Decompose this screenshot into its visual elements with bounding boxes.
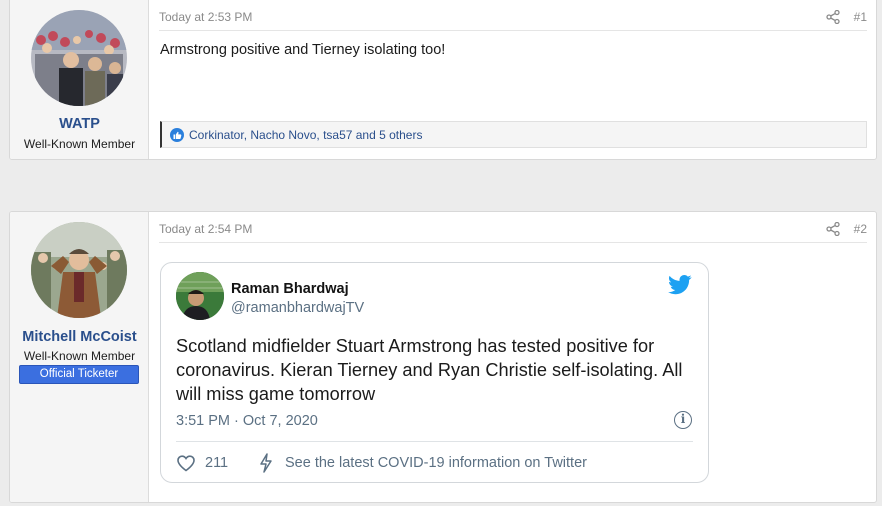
user-banner: Official Ticketer <box>19 365 139 384</box>
twitter-bird-icon[interactable] <box>668 275 692 295</box>
tweet-divider <box>176 441 693 442</box>
share-icon[interactable] <box>826 9 840 25</box>
user-title: Well-Known Member <box>23 137 136 151</box>
post-number[interactable]: #2 <box>854 222 867 236</box>
avatar[interactable] <box>31 222 127 318</box>
heart-icon[interactable] <box>177 455 195 472</box>
covid-info-link[interactable]: See the latest COVID-19 information on T… <box>285 455 587 471</box>
tweet-date[interactable]: 3:51 PM · Oct 7, 2020 <box>176 413 318 429</box>
user-title: Well-Known Member <box>23 349 136 363</box>
post-time[interactable]: Today at 2:54 PM <box>159 222 252 236</box>
user-cell: WATP Well-Known Member <box>10 0 149 159</box>
info-icon[interactable]: i <box>674 411 692 429</box>
tweet-author-avatar[interactable] <box>176 272 224 320</box>
tweet-author-name[interactable]: Raman Bhardwaj <box>231 281 349 297</box>
username[interactable]: WATP <box>10 116 149 132</box>
tweet-text: Scotland midfielder Stuart Armstrong has… <box>176 336 683 404</box>
embedded-tweet[interactable]: Raman Bhardwaj @ramanbhardwajTV Scotland… <box>160 262 709 483</box>
post-time[interactable]: Today at 2:53 PM <box>159 10 252 24</box>
reactions-list[interactable]: Corkinator, Nacho Novo, tsa57 and 5 othe… <box>189 128 422 142</box>
tweet-author-handle[interactable]: @ramanbhardwajTV <box>231 300 364 316</box>
like-icon <box>170 128 184 142</box>
post-1: WATP Well-Known Member Today at 2:53 PM … <box>9 0 877 160</box>
avatar[interactable] <box>31 10 127 106</box>
post-message: Armstrong positive and Tierney isolating… <box>160 42 446 58</box>
username[interactable]: Mitchell McCoist <box>10 329 149 345</box>
reactions-bar: Corkinator, Nacho Novo, tsa57 and 5 othe… <box>160 121 867 148</box>
post-2: Mitchell McCoist Well-Known Member Offic… <box>9 211 877 503</box>
post-main: Today at 2:53 PM #1 Armstrong positive a… <box>150 0 876 159</box>
post-number[interactable]: #1 <box>854 10 867 24</box>
tweet-like-count[interactable]: 211 <box>205 455 228 471</box>
post-meta: Today at 2:54 PM #2 <box>159 221 867 243</box>
share-icon[interactable] <box>826 221 840 237</box>
lightning-icon[interactable] <box>259 453 273 473</box>
user-cell: Mitchell McCoist Well-Known Member Offic… <box>10 212 149 502</box>
post-meta: Today at 2:53 PM #1 <box>159 9 867 31</box>
post-main: Today at 2:54 PM #2 Raman Bhardwaj @rama… <box>150 212 876 502</box>
